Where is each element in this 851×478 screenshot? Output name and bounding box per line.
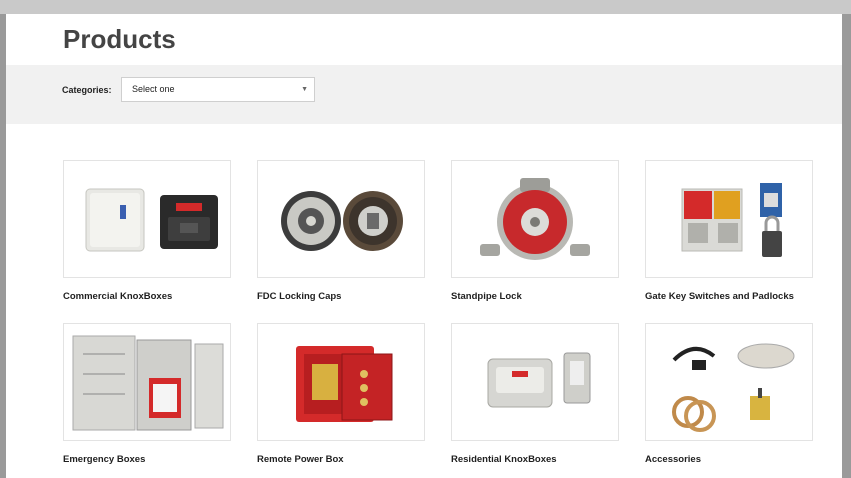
category-select-value: Select one — [132, 84, 175, 94]
category-filter-bar: Categories: Select one ▼ — [6, 65, 842, 124]
product-card[interactable]: Residential KnoxBoxes — [451, 323, 619, 465]
remote-power-box-image — [257, 323, 425, 441]
categories-label: Categories: — [62, 85, 112, 95]
browser-top-strip — [0, 0, 851, 14]
product-label: Emergency Boxes — [63, 454, 146, 465]
product-label: FDC Locking Caps — [257, 291, 342, 302]
residential-knoxbox-image — [451, 323, 619, 441]
emergency-boxes-image — [63, 323, 231, 441]
product-label: Accessories — [645, 454, 701, 465]
product-label: Gate Key Switches and Padlocks — [645, 291, 794, 302]
standpipe-lock-image — [451, 160, 619, 278]
product-card[interactable]: Standpipe Lock — [451, 160, 619, 302]
product-label: Remote Power Box — [257, 454, 344, 465]
commercial-knoxbox-image — [63, 160, 231, 278]
product-label: Commercial KnoxBoxes — [63, 291, 173, 302]
chevron-down-icon: ▼ — [301, 86, 308, 93]
product-card[interactable]: Accessories — [645, 323, 813, 465]
product-card[interactable]: Emergency Boxes — [63, 323, 231, 465]
product-card[interactable]: FDC Locking Caps — [257, 160, 425, 302]
accessories-image — [645, 323, 813, 441]
fdc-locking-caps-image — [257, 160, 425, 278]
product-label: Standpipe Lock — [451, 291, 522, 302]
category-select[interactable]: Select one ▼ — [121, 77, 315, 102]
product-card[interactable]: Gate Key Switches and Padlocks — [645, 160, 813, 302]
gate-key-switches-image — [645, 160, 813, 278]
product-grid: Commercial KnoxBoxes FDC Locking Caps St… — [63, 160, 813, 465]
page-window: Products Categories: Select one ▼ Commer… — [6, 14, 842, 478]
page-title: Products — [63, 24, 176, 54]
product-label: Residential KnoxBoxes — [451, 454, 557, 465]
product-card[interactable]: Remote Power Box — [257, 323, 425, 465]
product-card[interactable]: Commercial KnoxBoxes — [63, 160, 231, 302]
